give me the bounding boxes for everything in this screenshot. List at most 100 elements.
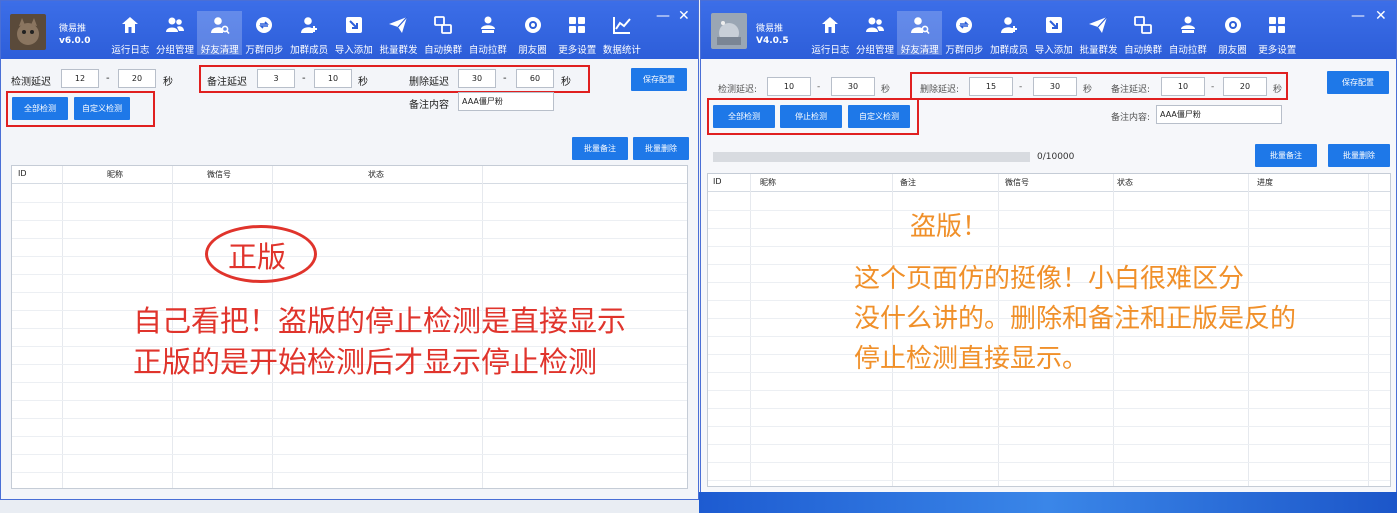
batch-delete-button[interactable]: 批量删除 [633, 137, 689, 160]
nav-item[interactable]: 导入添加 [1031, 11, 1076, 56]
remark-delay-from-input[interactable]: 3 [257, 69, 295, 88]
remark-content-input[interactable]: AAA僵尸粉 [1156, 105, 1282, 124]
swap-icon [433, 11, 453, 39]
nav-item-label: 好友清理 [900, 45, 939, 56]
stop-check-button[interactable]: 停止检测 [780, 105, 842, 128]
nav-item-label: 数据统计 [602, 45, 641, 56]
column-header: ID [713, 177, 722, 186]
app-name: 微易推 [59, 24, 87, 34]
table-header: ID 昵称 备注 微信号 状态 进度 [708, 174, 1390, 192]
range-dash: - [1211, 82, 1215, 92]
nav-item[interactable]: 分组管理 [853, 11, 898, 56]
minimize-button[interactable]: — [1351, 9, 1365, 23]
delete-delay-to-input[interactable]: 30 [1033, 77, 1077, 96]
nav-item-label: 自动换群 [1124, 45, 1163, 56]
app-logo [10, 14, 46, 50]
nav-item[interactable]: 好友清理 [197, 11, 243, 56]
remark-content-input[interactable]: AAA僵尸粉 [458, 92, 554, 111]
nav-item[interactable]: 批量群发 [1076, 11, 1121, 56]
seconds-label: 秒 [358, 77, 368, 88]
annotation-text: 停止检测直接显示。 [854, 344, 1089, 374]
nav-item-label: 朋友圈 [518, 45, 547, 56]
nav-item-label: 加群成员 [990, 45, 1029, 56]
taskbar-strip [699, 492, 1397, 513]
send-icon [388, 11, 408, 39]
add-user-icon [999, 11, 1019, 39]
batch-delete-button[interactable]: 批量删除 [1328, 144, 1390, 167]
minimize-button[interactable]: — [656, 9, 670, 23]
remark-delay-label: 备注延迟: [1111, 85, 1151, 95]
user-search-icon [210, 11, 230, 39]
nav-item-label: 分组管理 [856, 45, 895, 56]
column-header: ID [18, 169, 27, 178]
import-icon [1044, 11, 1064, 39]
custom-check-button[interactable]: 自定义检测 [74, 97, 130, 120]
nav-item[interactable]: 更多设置 [555, 11, 600, 56]
title-bar: 微易推 v6.0.0 运行日志 分组管理 好友清理 万群同步 加群成员 导入添加 批量群发自… [1, 1, 698, 59]
check-delay-to-input[interactable]: 30 [831, 77, 875, 96]
check-all-button[interactable]: 全部检测 [713, 105, 775, 128]
sync-icon [954, 11, 974, 39]
nav-item[interactable]: 万群同步 [942, 11, 987, 56]
check-all-button[interactable]: 全部检测 [12, 97, 68, 120]
nav-item[interactable]: 好友清理 [897, 11, 943, 56]
delete-delay-to-input[interactable]: 60 [516, 69, 554, 88]
close-button[interactable]: ✕ [1375, 9, 1387, 23]
home-icon [120, 11, 140, 39]
grid-icon [1267, 11, 1287, 39]
annotation-text: 没什么讲的。删除和备注和正版是反的 [854, 304, 1297, 334]
column-header: 微信号 [207, 170, 231, 179]
nav-item[interactable]: 导入添加 [331, 11, 376, 56]
nav-item[interactable]: 万群同步 [242, 11, 287, 56]
nav-item-label: 导入添加 [334, 45, 373, 56]
nav-item[interactable]: 批量群发 [376, 11, 421, 56]
custom-check-button[interactable]: 自定义检测 [848, 105, 910, 128]
nav-item-label: 自动拉群 [468, 45, 507, 56]
annotation-text: 这个页面仿的挺像！小白很难区分 [854, 264, 1245, 294]
annotation-text: 正版的是开始检测后才显示停止检测 [133, 345, 598, 379]
nav-item[interactable]: 加群成员 [287, 11, 332, 56]
nav-item[interactable]: 自动换群 [1121, 11, 1166, 56]
nav-item[interactable]: 加群成员 [987, 11, 1032, 56]
nav-item[interactable]: 朋友圈 [1210, 11, 1255, 56]
nav-item-label: 好友清理 [200, 45, 239, 56]
nav-item-label: 运行日志 [811, 45, 850, 56]
check-delay-from-input[interactable]: 10 [767, 77, 811, 96]
remark-delay-to-input[interactable]: 20 [1223, 77, 1267, 96]
nav-item[interactable]: 更多设置 [1255, 11, 1300, 56]
remark-delay-to-input[interactable]: 10 [314, 69, 352, 88]
nav-item[interactable]: 自动拉群 [1166, 11, 1211, 56]
batch-remark-button[interactable]: 批量备注 [1255, 144, 1317, 167]
nav-item[interactable]: 运行日志 [108, 11, 153, 56]
check-delay-from-input[interactable]: 12 [61, 69, 99, 88]
delete-delay-from-input[interactable]: 30 [458, 69, 496, 88]
check-delay-label: 检测延迟 [11, 77, 51, 88]
remark-delay-from-input[interactable]: 10 [1161, 77, 1205, 96]
range-dash: - [1019, 82, 1023, 92]
save-config-button[interactable]: 保存配置 [1327, 71, 1389, 94]
nav-item-label: 朋友圈 [1218, 45, 1247, 56]
nav-item[interactable]: 朋友圈 [510, 11, 555, 56]
nav-item[interactable]: 数据统计 [600, 11, 645, 56]
save-config-button[interactable]: 保存配置 [631, 68, 687, 91]
batch-remark-button[interactable]: 批量备注 [572, 137, 628, 160]
close-button[interactable]: ✕ [678, 9, 690, 23]
right-window-pirated: 微易推 V4.0.5 运行日志 分组管理 好友清理 万群同步 加群成员 导入添加 批量群发自… [700, 0, 1397, 500]
nav-item[interactable]: 自动拉群 [466, 11, 511, 56]
import-icon [344, 11, 364, 39]
users-icon [865, 11, 885, 39]
nav-item[interactable]: 自动换群 [421, 11, 466, 56]
user-search-icon [910, 11, 930, 39]
chart-icon [612, 11, 632, 39]
nav-item[interactable]: 运行日志 [808, 11, 853, 56]
sync-icon [254, 11, 274, 39]
camera-icon [1223, 11, 1243, 39]
column-header: 备注 [900, 178, 916, 187]
nav-item-label: 运行日志 [111, 45, 150, 56]
delete-delay-from-input[interactable]: 15 [969, 77, 1013, 96]
check-delay-to-input[interactable]: 20 [118, 69, 156, 88]
remark-delay-label: 备注延迟 [207, 77, 247, 88]
range-dash: - [106, 73, 110, 84]
nav-item[interactable]: 分组管理 [153, 11, 198, 56]
nav-item-label: 万群同步 [245, 45, 284, 56]
